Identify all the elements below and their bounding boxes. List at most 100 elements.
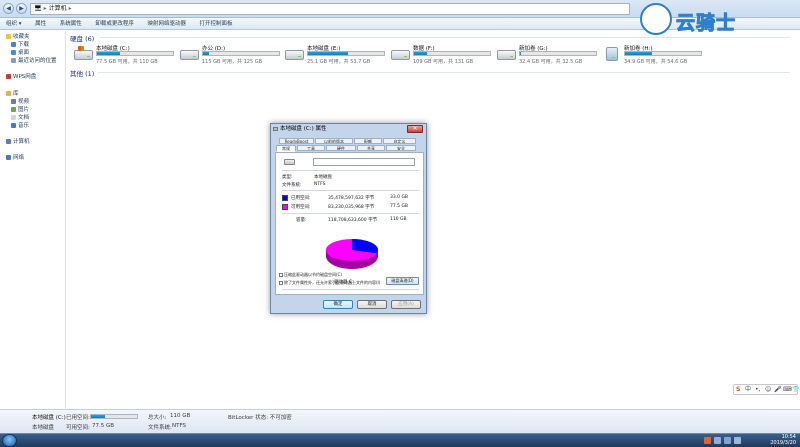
sidebar-item-recent[interactable]: 最近访问的位置 — [11, 58, 57, 65]
sidebar-item-favorites[interactable]: 收藏夹 — [6, 34, 30, 41]
compress-checkbox[interactable] — [279, 273, 283, 277]
free-space-gb: 77.5 GB — [390, 204, 409, 209]
sidebar-label: 网络 — [13, 155, 25, 161]
disk-cleanup-button[interactable]: 磁盘清理(D) — [386, 277, 419, 285]
index-checkbox-row[interactable]: 除了文件属性外，还允许索引此驱动器上文件的内容(I) — [279, 280, 380, 286]
forward-button[interactable]: ▶ — [16, 3, 27, 14]
close-icon: ✕ — [412, 125, 418, 132]
sidebar-item-documents[interactable]: 文档 — [11, 115, 29, 122]
drive-g[interactable]: 新加卷 (G:) 32.4 GB 可用，共 32.5 GB — [497, 44, 597, 68]
tab-sharing[interactable]: 共享 — [357, 145, 385, 151]
details-drive-name: 本地磁盘 (C:) — [32, 415, 66, 421]
sidebar-label: 桌面 — [18, 50, 30, 56]
drive-icon — [273, 127, 278, 131]
tab-general[interactable]: 常规 — [276, 145, 296, 152]
start-button[interactable] — [2, 434, 17, 447]
drive-d[interactable]: 办公 (D:) 115 GB 可用，共 125 GB — [180, 44, 280, 68]
map-network-drive-button[interactable]: 映射网络驱动器 — [141, 18, 192, 30]
drive-c[interactable]: 本地磁盘 (C:) 77.5 GB 可用，共 110 GB — [74, 44, 174, 68]
sidebar-label: 收藏夹 — [13, 34, 30, 40]
volume-label-input[interactable] — [313, 158, 415, 166]
drive-f[interactable]: 数据 (F:) 109 GB 可用，共 131 GB — [391, 44, 491, 68]
system-properties-button[interactable]: 系统属性 — [54, 18, 88, 30]
usb-drive-icon — [606, 47, 618, 61]
tab-hardware[interactable]: 硬件 — [326, 145, 356, 151]
emoji-icon[interactable]: ☺ — [765, 386, 771, 394]
capacity-bytes: 118,708,633,600 字节 — [328, 218, 378, 223]
details-usage-fill — [91, 415, 105, 418]
drive-usage-fill — [308, 52, 349, 55]
sidebar-label: 图片 — [18, 107, 30, 113]
properties-button[interactable]: 属性 — [29, 18, 52, 30]
sidebar-label: 计算机 — [13, 139, 30, 145]
desktop-icon — [11, 50, 16, 55]
punctuation-icon[interactable]: •, — [755, 386, 760, 394]
organize-button[interactable]: 组织 ▾ — [0, 18, 28, 30]
index-checkbox[interactable] — [279, 281, 283, 285]
divider — [282, 213, 419, 214]
sidebar-label: 音乐 — [18, 123, 30, 129]
group-header-hard-disks[interactable]: 硬盘 (6) — [70, 33, 94, 43]
details-total-label: 总大小: — [148, 415, 167, 421]
sidebar-item-wps[interactable]: WPS网盘 — [6, 74, 36, 81]
computer-icon: 🖥 — [34, 5, 42, 12]
details-usage-bar — [90, 414, 138, 419]
ime-toolbar[interactable]: S 中 •, ☺ 🎤 ⌨ 👕 — [733, 384, 799, 395]
tab-readyboost[interactable]: ReadyBoost — [279, 138, 314, 144]
close-button[interactable]: ✕ — [407, 125, 423, 133]
compress-label: 压缩此驱动器以节约磁盘空间(C) — [284, 272, 342, 277]
breadcrumb-computer[interactable]: 计算机 — [49, 5, 67, 12]
back-button[interactable]: ◀ — [3, 3, 14, 14]
drive-e[interactable]: 本地磁盘 (E:) 25.1 GB 可用，共 53.7 GB — [285, 44, 385, 68]
microphone-icon[interactable]: 🎤 — [774, 386, 781, 394]
ok-button[interactable]: 确定 — [323, 300, 353, 309]
dialog-tabs: ReadyBoost 以前的版本 配额 自定义 常规 工具 硬件 共享 安全 — [275, 138, 424, 152]
open-control-panel-button[interactable]: 打开控制面板 — [194, 18, 239, 30]
uninstall-program-button[interactable]: 卸载或更改程序 — [89, 18, 140, 30]
free-space-bytes: 83,230,035,968 字节 — [328, 205, 375, 210]
sidebar-item-pictures[interactable]: 图片 — [11, 107, 29, 114]
volume-icon[interactable] — [734, 437, 741, 444]
cloud-icon — [6, 74, 11, 79]
tab-tools[interactable]: 工具 — [297, 145, 325, 151]
skin-icon[interactable]: 👕 — [792, 386, 799, 394]
sidebar-item-libraries[interactable]: 库 — [6, 91, 19, 98]
details-fs-label: 文件系统: — [148, 425, 172, 431]
sidebar-item-music[interactable]: 音乐 — [11, 123, 29, 130]
sidebar-item-downloads[interactable]: 下载 — [11, 42, 29, 49]
drive-h[interactable]: 新加卷 (H:) 34.9 GB 可用，共 54.6 GB — [602, 44, 702, 68]
breadcrumb-separator: ▸ — [68, 5, 72, 12]
arrow-right-icon: ▶ — [19, 5, 24, 12]
drive-usage-fill — [414, 52, 427, 55]
network-tray-icon[interactable] — [724, 437, 731, 444]
apply-button[interactable]: 应用(A) — [391, 300, 421, 309]
sidebar-item-videos[interactable]: 视频 — [11, 99, 29, 106]
sidebar-item-computer[interactable]: 计算机 — [6, 139, 30, 146]
navigation-pane: 收藏夹 下载 桌面 最近访问的位置 WPS网盘 库 视频 图片 文档 音乐 计算… — [0, 31, 66, 409]
flag-icon[interactable] — [714, 437, 721, 444]
details-free-label: 可用空间: — [66, 425, 90, 431]
tab-previous-versions[interactable]: 以前的版本 — [315, 138, 353, 144]
tab-security[interactable]: 安全 — [386, 145, 416, 151]
cancel-button[interactable]: 取消 — [357, 300, 387, 309]
sidebar-item-desktop[interactable]: 桌面 — [11, 50, 29, 57]
clock[interactable]: 10:54 2019/3/20 — [770, 434, 796, 446]
drive-space-info: 25.1 GB 可用，共 53.7 GB — [307, 59, 371, 65]
compress-checkbox-row[interactable]: 压缩此驱动器以节约磁盘空间(C) — [279, 272, 342, 278]
type-value: 本地磁盘 — [314, 175, 332, 180]
drive-usage-bar — [96, 51, 174, 56]
keyboard-icon[interactable]: ⌨ — [783, 386, 792, 394]
tab-quota[interactable]: 配额 — [354, 138, 382, 144]
address-input[interactable]: 🖥 ▸ 计算机 ▸ — [30, 3, 630, 15]
details-used-label: 已用空间: — [66, 415, 90, 421]
video-icon — [11, 99, 16, 104]
sidebar-item-network[interactable]: 网络 — [6, 155, 24, 162]
taskbar: 10:54 2019/3/20 — [0, 433, 800, 447]
ime-mode[interactable]: 中 — [745, 386, 751, 394]
tab-customize[interactable]: 自定义 — [383, 138, 416, 144]
group-header-other[interactable]: 其他 (1) — [70, 68, 94, 78]
library-icon — [6, 91, 11, 96]
drive-space-info: 32.4 GB 可用，共 32.5 GB — [519, 59, 583, 65]
dialog-title-text: 本地磁盘 (C:) 属性 — [280, 126, 327, 132]
sogou-tray-icon[interactable] — [704, 437, 711, 444]
